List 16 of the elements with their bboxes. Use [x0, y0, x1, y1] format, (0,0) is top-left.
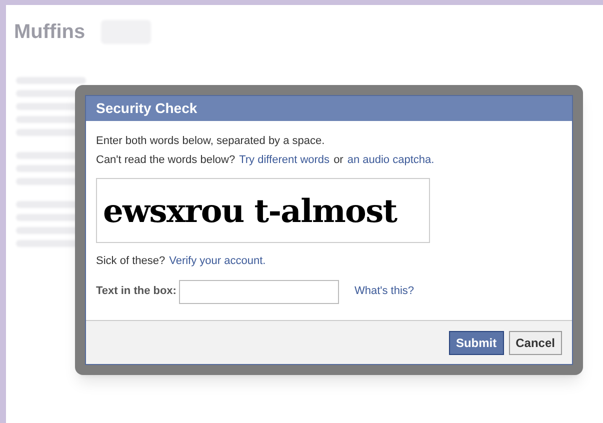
- verify-account-link[interactable]: Verify your account.: [169, 253, 266, 270]
- different-words-link[interactable]: Try different words: [239, 152, 330, 168]
- audio-captcha-link[interactable]: an audio captcha.: [347, 152, 434, 168]
- field-label: Text in the box:: [96, 284, 176, 300]
- instructions-text: Enter both words below, separated by a space.: [96, 134, 326, 149]
- submit-button[interactable]: Submit: [448, 330, 504, 354]
- blurred-text-line: [16, 77, 86, 84]
- verify-text: Sick of these?: [96, 254, 166, 269]
- page-title: Muffins: [14, 20, 86, 45]
- cancel-button[interactable]: Cancel: [508, 330, 562, 354]
- captcha-input-field[interactable]: [179, 280, 340, 304]
- captcha-image: ewsxrou t-almost: [96, 178, 430, 243]
- or-text: or: [334, 152, 344, 168]
- dialog-title: Security Check: [96, 99, 198, 118]
- help-text: Can't read the words below?: [96, 152, 236, 168]
- whats-this-link[interactable]: What's this?: [354, 283, 414, 300]
